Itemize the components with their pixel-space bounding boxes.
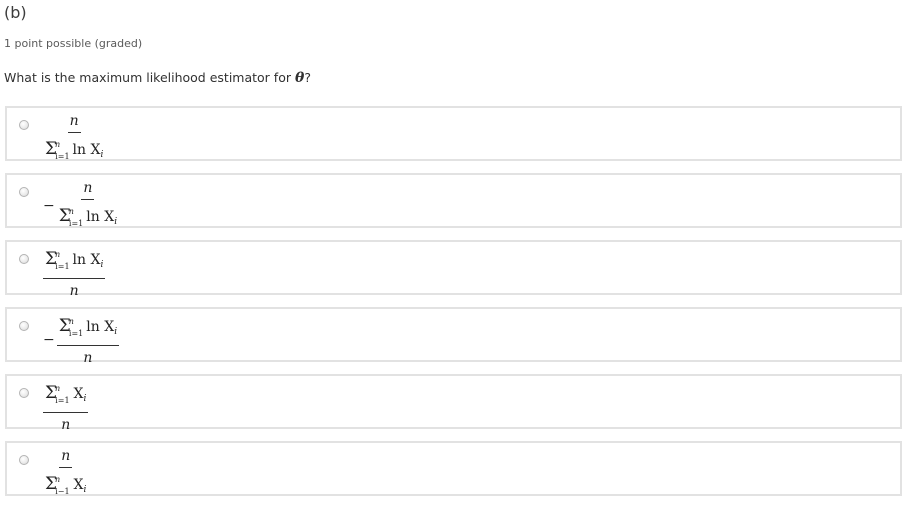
option-5-formula: Σni=1 Xi n bbox=[43, 380, 89, 434]
option-1-formula: n Σni=1 ln Xi bbox=[43, 112, 105, 166]
fraction: Σni=1 ln Xi n bbox=[43, 246, 106, 300]
numerator: Σni=1 ln Xi bbox=[43, 246, 106, 279]
fraction: n Σni=1 ln Xi bbox=[57, 179, 119, 233]
numerator: Σni=1 Xi bbox=[43, 380, 89, 413]
fraction: Σni=1 Xi n bbox=[43, 380, 89, 434]
denominator: n bbox=[61, 417, 71, 433]
answer-option-2[interactable]: − n Σni=1 ln Xi bbox=[5, 173, 902, 228]
denominator: Σni=1 ln Xi bbox=[45, 139, 104, 161]
option-6-formula: n Σni−1 Xi bbox=[43, 447, 88, 501]
question-mark: ? bbox=[304, 70, 311, 85]
radio-button-1[interactable] bbox=[19, 120, 29, 130]
fraction: Σni=1 ln Xi n bbox=[56, 313, 120, 367]
points-possible: 1 point possible (graded) bbox=[4, 37, 143, 50]
numerator: Σni=1 ln Xi bbox=[56, 313, 120, 346]
fraction: n Σni=1 ln Xi bbox=[43, 112, 105, 166]
answer-option-6[interactable]: n Σni−1 Xi bbox=[5, 441, 902, 496]
option-2-formula: − n Σni=1 ln Xi bbox=[43, 179, 119, 233]
radio-button-4[interactable] bbox=[19, 321, 29, 331]
denominator: Σni−1 Xi bbox=[45, 474, 87, 496]
answer-option-3[interactable]: Σni=1 ln Xi n bbox=[5, 240, 902, 299]
radio-button-3[interactable] bbox=[19, 254, 29, 264]
theta-symbol: θ bbox=[294, 70, 305, 86]
question-text: What is the maximum likelihood estimator… bbox=[4, 70, 311, 86]
negative-sign: − bbox=[43, 198, 55, 214]
denominator: Σni=1 ln Xi bbox=[58, 206, 118, 228]
question-prompt: What is the maximum likelihood estimator… bbox=[4, 70, 291, 85]
radio-button-5[interactable] bbox=[19, 388, 29, 398]
answer-option-5[interactable]: Σni=1 Xi n bbox=[5, 374, 902, 433]
radio-button-2[interactable] bbox=[19, 187, 29, 197]
numerator: n bbox=[59, 447, 73, 468]
answer-option-4[interactable]: − Σni=1 ln Xi n bbox=[5, 307, 902, 366]
denominator: n bbox=[69, 283, 79, 299]
answer-option-1[interactable]: n Σni=1 ln Xi bbox=[5, 106, 902, 161]
denominator: n bbox=[83, 350, 93, 366]
radio-button-6[interactable] bbox=[19, 455, 29, 465]
option-3-formula: Σni=1 ln Xi n bbox=[43, 246, 106, 300]
fraction: n Σni−1 Xi bbox=[43, 447, 88, 501]
numerator: n bbox=[81, 179, 95, 200]
option-4-formula: − Σni=1 ln Xi n bbox=[43, 313, 120, 367]
problem-part-label: (b) bbox=[4, 3, 27, 22]
numerator: n bbox=[67, 112, 81, 133]
negative-sign: − bbox=[43, 332, 55, 348]
